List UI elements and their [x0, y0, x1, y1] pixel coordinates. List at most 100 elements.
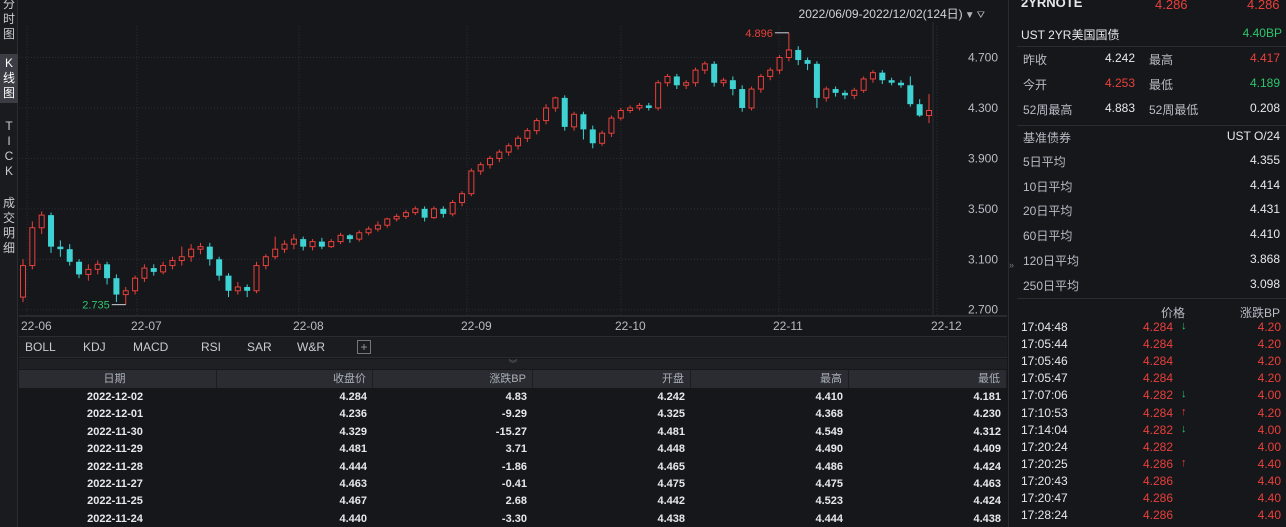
candle-body: [253, 265, 260, 292]
left-tab-1[interactable]: K线图: [0, 54, 18, 103]
stat-value: 4.417: [1249, 51, 1280, 65]
candle: [729, 76, 736, 96]
column-header[interactable]: 最高: [691, 370, 849, 388]
candle: [627, 105, 634, 113]
min-label: 2.735: [82, 300, 110, 312]
chevron-down-icon: ︾: [508, 359, 518, 369]
stat-label: 昨收: [1023, 53, 1048, 67]
average-value: 4.414: [1249, 177, 1280, 192]
candlestick-chart[interactable]: 4.700 4.300 3.900 3.500 3.100 2.700 22-06 22-07…: [19, 22, 1007, 332]
tick-row: 17:20:43 4.286 4.40: [1009, 474, 1286, 491]
indicator-tab-kdj[interactable]: KDJ: [77, 337, 106, 358]
indicator-tab-boll[interactable]: BOLL: [19, 337, 56, 358]
candle-body: [683, 82, 690, 86]
left-tab-char: 分: [2, 0, 15, 11]
chart-svg: 4.700 4.300 3.900 3.500 3.100 2.700 22-06 22-07…: [19, 22, 1007, 332]
column-header[interactable]: 最低: [849, 370, 1007, 388]
candle-body: [384, 218, 391, 226]
table-row[interactable]: 2022-11-25 4.467 2.68 4.442 4.523 4.424: [19, 492, 1007, 510]
left-tab-2[interactable]: TICK: [0, 117, 18, 181]
candle: [94, 260, 101, 275]
candle: [785, 32, 792, 62]
candle-body: [533, 120, 540, 132]
candle-body: [617, 109, 624, 119]
table-row[interactable]: 2022-11-30 4.329 -15.27 4.481 4.549 4.312: [19, 423, 1007, 441]
instrument-name: UST 2YR美国国债: [1021, 28, 1120, 42]
left-tab-0[interactable]: 分时图: [0, 0, 18, 44]
table-cell: 4.465: [657, 460, 685, 473]
x-tick-label: 22-06: [21, 319, 52, 332]
column-header[interactable]: 开盘: [533, 370, 691, 388]
table-cell: 4.481: [339, 443, 367, 456]
candle: [328, 239, 335, 248]
candle-body: [440, 208, 447, 214]
indicator-tabs: BOLL KDJ MACD RSI SAR W&R +: [19, 336, 1007, 358]
y-tick-label: 2.700: [968, 303, 998, 317]
column-header[interactable]: 收盘价: [217, 370, 373, 388]
stat-label: 最低: [1149, 78, 1174, 92]
candle-body: [543, 107, 550, 122]
indicator-tab-sar[interactable]: SAR: [241, 337, 272, 358]
date-range-selector[interactable]: 2022/06/09-2022/12/02(124日) ▼ ⛛: [799, 5, 985, 22]
candle: [561, 95, 568, 131]
candle-body: [281, 243, 288, 250]
add-indicator-icon[interactable]: +: [357, 340, 371, 354]
candle-body: [496, 151, 503, 159]
table-cell: 4.463: [973, 478, 1001, 490]
candle-body: [571, 113, 578, 128]
candle-body: [589, 129, 596, 144]
table-cell: -9.29: [501, 408, 527, 421]
candle-body: [262, 256, 269, 267]
candle: [683, 80, 690, 90]
last-price-secondary: 4.286: [1247, 0, 1280, 12]
column-header[interactable]: 日期: [19, 370, 217, 388]
indicator-tab-macd[interactable]: MACD: [127, 337, 168, 358]
tick-bp: 4.40: [1257, 508, 1281, 523]
table-row[interactable]: 2022-12-02 4.284 4.83 4.242 4.410 4.181: [19, 388, 1007, 406]
indicator-tab-wr[interactable]: W&R: [291, 337, 325, 358]
candle-body: [94, 263, 101, 270]
candle: [262, 254, 269, 270]
table-row[interactable]: 2022-12-01 4.236 -9.29 4.325 4.368 4.230: [19, 405, 1007, 423]
candle: [458, 191, 465, 207]
candle-body: [206, 246, 213, 260]
candle-body: [879, 72, 886, 81]
left-tab-3[interactable]: 成交明细: [0, 194, 18, 258]
column-header[interactable]: 涨跌BP: [373, 370, 533, 388]
candle-body: [430, 208, 437, 219]
arrow-up-icon: ↑: [1181, 456, 1187, 469]
candle-body: [561, 97, 568, 127]
candle: [589, 125, 596, 149]
x-tick-label: 22-12: [931, 319, 962, 332]
table-row[interactable]: 2022-11-29 4.481 3.71 4.448 4.490 4.409: [19, 440, 1007, 458]
table-cell: 4.424: [973, 460, 1001, 473]
candle: [692, 67, 699, 87]
average-value: 3.098: [1249, 276, 1280, 291]
table-cell: 4.481: [657, 425, 685, 438]
history-table: 日期 收盘价 涨跌BP 开盘 最高 最低 2022-12-02 4.284 4.83 4.242…: [19, 370, 1007, 527]
tick-row: 17:10:53 4.284 ↑ 4.20: [1009, 406, 1286, 423]
tick-price: 4.284: [1143, 337, 1174, 352]
candle: [169, 256, 176, 270]
candle-body: [711, 63, 718, 83]
average-value: 3.868: [1249, 251, 1280, 266]
collapse-arrow-icon[interactable]: »: [1009, 258, 1019, 272]
candle: [552, 96, 559, 112]
panel-divider[interactable]: ︾: [19, 359, 1007, 369]
candle: [393, 213, 400, 222]
candle: [879, 70, 886, 84]
filter-icon[interactable]: ⛛: [977, 10, 985, 21]
table-row[interactable]: 2022-11-28 4.444 -1.86 4.465 4.486 4.424: [19, 458, 1007, 476]
candle-body: [244, 287, 251, 291]
symbol-code: 2YRNOTE: [1021, 0, 1083, 10]
separator: [1017, 125, 1286, 126]
candle-body: [664, 75, 671, 84]
table-row[interactable]: 2022-11-24 4.440 -3.30 4.438 4.444 4.438: [19, 510, 1007, 527]
table-row[interactable]: 2022-11-27 4.463 -0.41 4.475 4.475 4.463: [19, 475, 1007, 493]
y-tick-label: 3.500: [968, 202, 998, 216]
candle-body: [785, 49, 792, 59]
indicator-tab-rsi[interactable]: RSI: [195, 337, 221, 358]
tick-time: 17:14:04: [1021, 422, 1068, 437]
tick-time: 17:20:24: [1021, 439, 1068, 454]
table-cell: 2.68: [505, 495, 527, 508]
